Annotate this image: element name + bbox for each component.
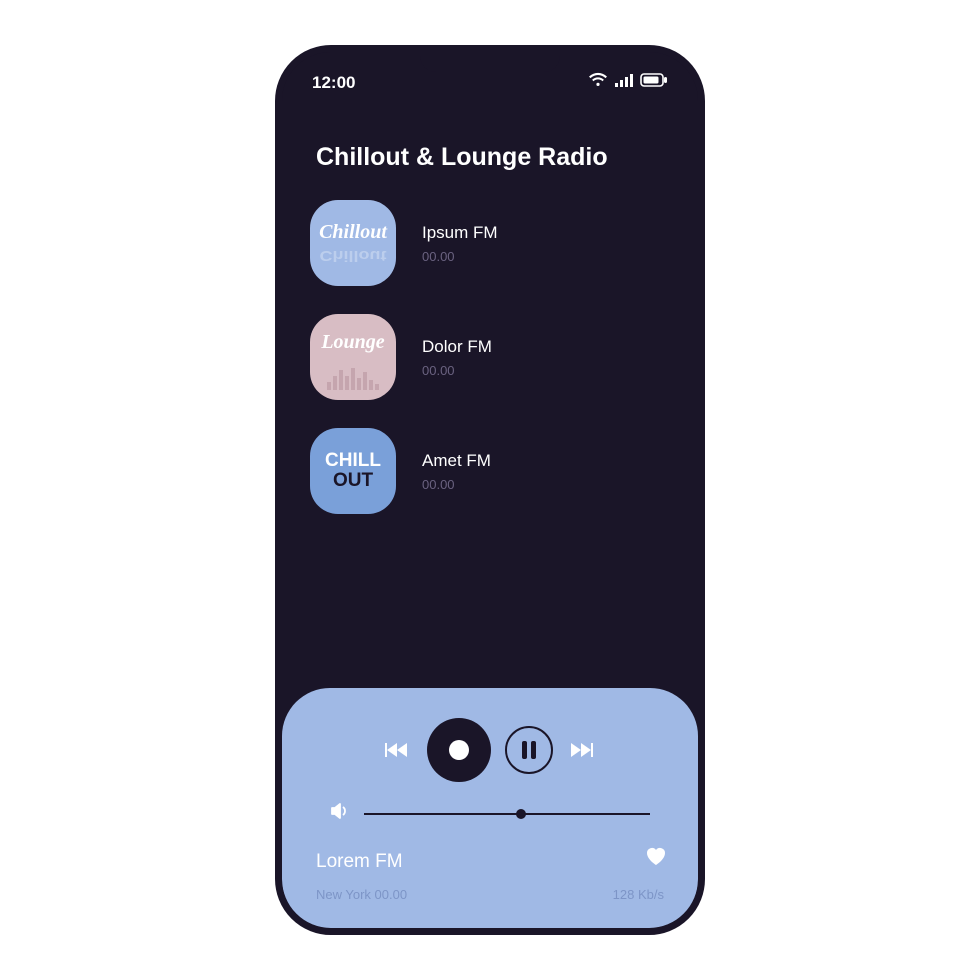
record-dot-icon	[449, 740, 469, 760]
volume-row	[312, 802, 668, 825]
status-time: 12:00	[312, 73, 355, 93]
previous-button[interactable]	[383, 735, 413, 765]
station-item-ipsum[interactable]: Chillout Chillout Ipsum FM 00.00	[310, 200, 670, 286]
record-button[interactable]	[427, 718, 491, 782]
thumb-label: Lounge	[321, 332, 384, 352]
screen: 12:00 Chillout & Lounge Radio Chillout C…	[282, 52, 698, 928]
thumb-line1: CHILL	[325, 451, 381, 471]
station-name: Ipsum FM	[422, 223, 498, 243]
station-meta: Dolor FM 00.00	[422, 337, 492, 378]
signal-icon	[614, 72, 634, 93]
now-playing-bitrate: 128 Kb/s	[613, 887, 664, 902]
status-icons	[588, 72, 668, 93]
thumb-label: CHILL OUT	[325, 451, 381, 491]
now-playing-title: Lorem FM	[312, 851, 403, 873]
now-playing-meta: New York 00.00 128 Kb/s	[312, 887, 668, 902]
station-time: 00.00	[422, 477, 491, 492]
station-list[interactable]: Chillout Chillout Ipsum FM 00.00 Lounge …	[282, 200, 698, 688]
station-name: Dolor FM	[422, 337, 492, 357]
pause-button[interactable]	[505, 726, 553, 774]
station-meta: Amet FM 00.00	[422, 451, 491, 492]
now-playing-location: New York 00.00	[316, 887, 407, 902]
wifi-icon	[588, 72, 608, 93]
station-time: 00.00	[422, 249, 498, 264]
equalizer-icon	[327, 368, 379, 390]
thumb-line2: OUT	[325, 471, 381, 491]
station-name: Amet FM	[422, 451, 491, 471]
player-panel: Lorem FM New York 00.00 128 Kb/s	[282, 688, 698, 928]
station-thumb-chillout: Chillout Chillout	[310, 200, 396, 286]
thumb-label: Chillout	[319, 222, 387, 242]
favorite-button[interactable]	[644, 845, 668, 872]
station-thumb-chillout2: CHILL OUT	[310, 428, 396, 514]
now-playing-row: Lorem FM	[312, 845, 668, 873]
station-meta: Ipsum FM 00.00	[422, 223, 498, 264]
page-title: Chillout & Lounge Radio	[282, 103, 698, 200]
volume-thumb[interactable]	[516, 809, 526, 819]
station-item-amet[interactable]: CHILL OUT Amet FM 00.00	[310, 428, 670, 514]
battery-icon	[640, 72, 668, 93]
notch	[420, 52, 560, 72]
station-thumb-lounge: Lounge	[310, 314, 396, 400]
pause-icon	[522, 741, 536, 759]
station-time: 00.00	[422, 363, 492, 378]
volume-slider[interactable]	[364, 813, 650, 815]
player-controls	[312, 718, 668, 782]
next-button[interactable]	[567, 735, 597, 765]
station-item-dolor[interactable]: Lounge Dolor FM 00.00	[310, 314, 670, 400]
thumb-reflection: Chillout	[320, 247, 387, 264]
volume-icon	[330, 802, 350, 825]
phone-frame: 12:00 Chillout & Lounge Radio Chillout C…	[275, 45, 705, 935]
